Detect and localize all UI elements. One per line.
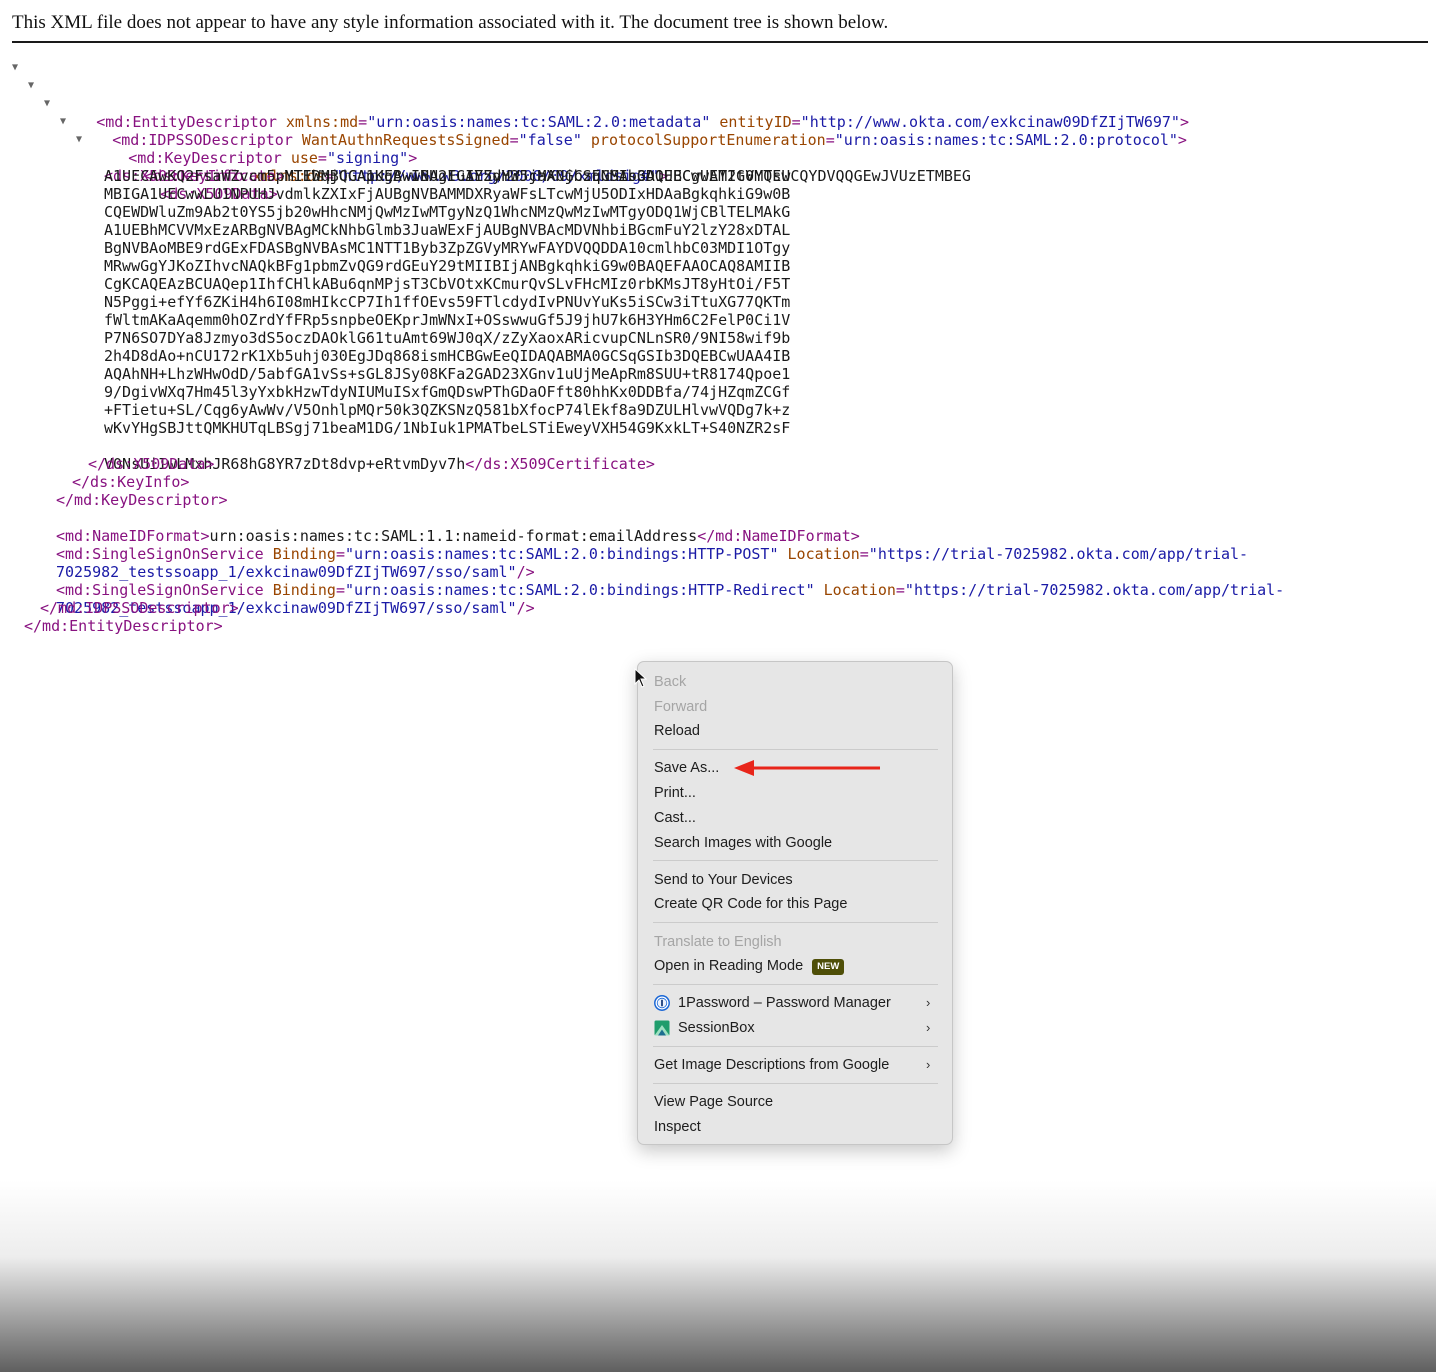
certificate-text: P7N6SO7DYa8Jzmyo3dS5oczDAOklG61tuAmt69WJ… (104, 329, 791, 347)
menu-item-translate[interactable]: Translate to English (654, 930, 782, 954)
xml-line-certificate: V0NsUiIwLMxhJR68hG8YR7zDt8dvp+eRtvmDyv7h… (0, 437, 1436, 473)
xml-line-key-info: ▼ <ds:KeyInfo xmlns:ds="http://www.w3.or… (0, 113, 1436, 185)
no-style-notice: This XML file does not appear to have an… (12, 12, 889, 33)
menu-separator (653, 860, 938, 861)
xml-line-certificate: 9/DgivWXq7Hm45l3yYxbkHzwTdyNIUMuISxfGmQD… (0, 383, 1436, 401)
bottom-shadow-overlay (0, 1180, 1436, 1372)
certificate-text: +FTietu+SL/Cqg6yAwWv/V5OnhlpMQr50k3QZKSN… (104, 401, 791, 419)
certificate-text: N5Pggi+efYf6ZKiH4h6I08mHIkcCP7Ih1ffOEvs5… (104, 293, 791, 311)
xml-line-certificate: A1UEBhMCVVMxEzARBgNVBAgMCkNhbGlmb3JuaWEx… (0, 221, 1436, 239)
certificate-text: A1UECAwKQ2FsaWZvcm5pYTEWMBQGA1UEBwwNU2Fu… (104, 167, 791, 185)
xml-line-certificate: 2h4D8dAo+nCU172rK1Xb5uhj030EgJDq868ismHC… (0, 347, 1436, 365)
xml-close-tag: </md:EntityDescriptor> (24, 617, 223, 635)
xml-line-certificate: P7N6SO7DYa8Jzmyo3dS5oczDAOklG61tuAmt69WJ… (0, 329, 1436, 347)
certificate-text: 9/DgivWXq7Hm45l3yYxbkHzwTdyNIUMuISxfGmQD… (104, 383, 791, 401)
certificate-text: AQAhNH+LhzWHwOdD/5abfGA1vSs+sGL8JSy08KFa… (104, 365, 791, 383)
xml-close-tag: </ds:X509Data> (88, 455, 215, 473)
xml-line-entity-descriptor: ▼ <md:EntityDescriptor xmlns:md="urn:oas… (0, 59, 1436, 131)
menu-separator (653, 922, 938, 923)
menu-item-search-images[interactable]: Search Images with Google (654, 831, 832, 855)
xml-line-sso-post-cont: 7025982_testssoapp_1/exkcinaw09DfZIjTW69… (56, 563, 535, 581)
xml-close-tag: </md:IDPSSODescriptor> (40, 599, 239, 617)
menu-item-view-source[interactable]: View Page Source (654, 1090, 773, 1114)
collapse-toggle-icon[interactable]: ▼ (28, 77, 34, 95)
notice-divider (12, 41, 1428, 43)
menu-item-save-as[interactable]: Save As... (654, 756, 719, 780)
xml-line-sso-redirect: <md:SingleSignOnService Binding="urn:oas… (56, 581, 1285, 599)
xml-line-key-info-close: </ds:KeyInfo> (0, 473, 1436, 491)
collapse-toggle-icon[interactable]: ▼ (76, 131, 82, 149)
collapse-toggle-icon[interactable]: ▼ (44, 95, 50, 113)
menu-separator (653, 1046, 938, 1047)
menu-item-sessionbox[interactable]: SessionBox (678, 1016, 755, 1040)
chevron-right-icon: › (926, 1057, 931, 1072)
xml-close-tag: </md:KeyDescriptor> (56, 491, 228, 509)
menu-separator (653, 1083, 938, 1084)
certificate-text: 2h4D8dAo+nCU172rK1Xb5uhj030EgJDq868ismHC… (104, 347, 791, 365)
xml-line-certificate: N5Pggi+efYf6ZKiH4h6I08mHIkcCP7Ih1ffOEvs5… (0, 293, 1436, 311)
xml-line-certificate: BgNVBAoMBE9rdGExFDASBgNVBAsMC1NTT1Byb3Zp… (0, 239, 1436, 257)
xml-viewer-page: This XML file does not appear to have an… (0, 0, 1436, 1372)
menu-item-image-descriptions[interactable]: Get Image Descriptions from Google (654, 1053, 889, 1077)
1password-icon (654, 995, 670, 1011)
menu-item-print[interactable]: Print... (654, 781, 696, 805)
certificate-text: MRwwGgYJKoZIhvcNAQkBFg1pbmZvQG9rdGEuY29t… (104, 257, 791, 275)
certificate-text: fWltmAKaAqemm0hOZrdYfFRp5snpbeOEKprJmWNx… (104, 311, 791, 329)
menu-item-reload[interactable]: Reload (654, 719, 700, 743)
xml-line-certificate: MRwwGgYJKoZIhvcNAQkBFg1pbmZvQG9rdGEuY29t… (0, 257, 1436, 275)
certificate-text: wKvYHgSBJttQMKHUTqLBSgj71beaM1DG/1NbIuk1… (104, 419, 791, 437)
xml-line-key-descriptor-close: </md:KeyDescriptor> (0, 491, 1436, 509)
menu-item-reading-mode[interactable]: Open in Reading Mode NEW (654, 954, 845, 978)
context-menu: Back Forward Reload Save As... Print... … (637, 661, 953, 1145)
xml-line-x509-data-close: </ds:X509Data> (0, 455, 1436, 473)
xml-line-x509-data: ▼ <ds:X509Data> (0, 131, 1436, 203)
xml-line-certificate: fWltmAKaAqemm0hOZrdYfFRp5snpbeOEKprJmWNx… (0, 311, 1436, 329)
certificate-text: CQEWDWluZm9Ab2t0YS5jb20wHhcNMjQwMzIwMTgy… (104, 203, 791, 221)
chevron-right-icon: › (926, 995, 931, 1010)
mouse-pointer-icon (634, 668, 648, 688)
menu-item-send-devices[interactable]: Send to Your Devices (654, 868, 793, 892)
xml-line-sso-redirect-cont: 7025982_testssoapp_1/exkcinaw09DfZIjTW69… (56, 599, 535, 617)
menu-separator (653, 749, 938, 750)
xml-line-nameid-format: <md:NameIDFormat>urn:oasis:names:tc:SAML… (0, 509, 1436, 545)
menu-separator (653, 984, 938, 985)
menu-item-inspect[interactable]: Inspect (654, 1115, 701, 1139)
xml-line-entity-descriptor-close: </md:EntityDescriptor> (0, 617, 1436, 635)
new-badge: NEW (812, 959, 845, 975)
menu-item-back[interactable]: Back (654, 670, 686, 694)
chevron-right-icon: › (926, 1020, 931, 1035)
certificate-text: BgNVBAoMBE9rdGExFDASBgNVBAsMC1NTT1Byb3Zp… (104, 239, 791, 257)
xml-line-key-descriptor: ▼ <md:KeyDescriptor use="signing"> (0, 95, 1436, 167)
sessionbox-icon (654, 1020, 670, 1036)
xml-line-idpsso-close: </md:IDPSSODescriptor> (0, 599, 1436, 617)
certificate-text: A1UEBhMCVVMxEzARBgNVBAgMCkNhbGlmb3JuaWEx… (104, 221, 791, 239)
menu-item-cast[interactable]: Cast... (654, 806, 696, 830)
xml-line-certificate: <ds:X509Certificate>MIIDqjCCApKgAwIBAgIG… (0, 149, 1436, 185)
red-arrow-annotation (734, 760, 880, 776)
menu-item-1password[interactable]: 1Password – Password Manager (678, 991, 891, 1015)
menu-item-forward[interactable]: Forward (654, 695, 707, 719)
xml-line-certificate: MBIGA1UECwwLU1NPUHJvdmlkZXIxFjAUBgNVBAMM… (0, 185, 1436, 203)
xml-line-certificate: CQEWDWluZm9Ab2t0YS5jb20wHhcNMjQwMzIwMTgy… (0, 203, 1436, 221)
xml-line-certificate: AQAhNH+LhzWHwOdD/5abfGA1vSs+sGL8JSy08KFa… (0, 365, 1436, 383)
xml-close-tag: </ds:KeyInfo> (72, 473, 190, 491)
xml-line-sso-post: <md:SingleSignOnService Binding="urn:oas… (56, 545, 1249, 563)
xml-line-certificate: +FTietu+SL/Cqg6yAwWv/V5OnhlpMQr50k3QZKSN… (0, 401, 1436, 419)
collapse-toggle-icon[interactable]: ▼ (60, 113, 66, 131)
reading-mode-label: Open in Reading Mode (654, 958, 804, 974)
certificate-text: MBIGA1UECwwLU1NPUHJvdmlkZXIxFjAUBgNVBAMM… (104, 185, 791, 203)
certificate-text: CgKCAQEAzBCUAQep1IhfCHlkABu6qnMPjsT3CbVO… (104, 275, 791, 293)
menu-item-create-qr[interactable]: Create QR Code for this Page (654, 892, 847, 916)
xml-line-certificate: A1UECAwKQ2FsaWZvcm5pYTEWMBQGA1UEBwwNU2Fu… (0, 167, 1436, 185)
xml-line-certificate: CgKCAQEAzBCUAQep1IhfCHlkABu6qnMPjsT3CbVO… (0, 275, 1436, 293)
collapse-toggle-icon[interactable]: ▼ (12, 59, 18, 77)
xml-tree: ▼ <md:EntityDescriptor xmlns:md="urn:oas… (0, 59, 1436, 635)
xml-line-idpsso-descriptor: ▼ <md:IDPSSODescriptor WantAuthnRequests… (0, 77, 1436, 149)
xml-line-certificate: wKvYHgSBJttQMKHUTqLBSgj71beaM1DG/1NbIuk1… (0, 419, 1436, 437)
